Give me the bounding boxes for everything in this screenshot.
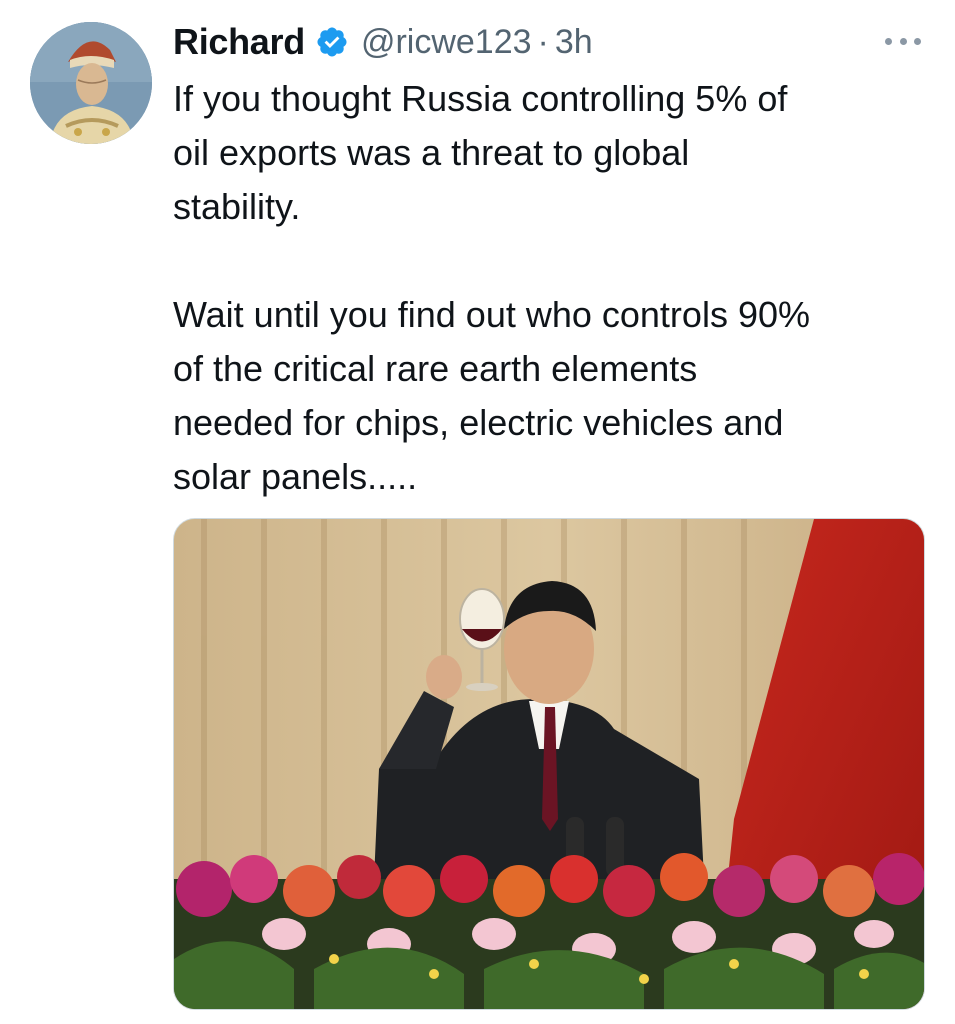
verified-badge-icon xyxy=(317,27,347,57)
tweet-header: Richard @ricwe123 · 3h xyxy=(173,18,593,66)
tweet-photo[interactable] xyxy=(173,518,925,1010)
tweet-line: needed for chips, electric vehicles and xyxy=(173,402,784,443)
tweet-line: If you thought Russia controlling 5% of xyxy=(173,78,788,119)
separator-dot: · xyxy=(537,22,549,61)
portrait-avatar-icon xyxy=(30,22,152,144)
photo-toast-scene xyxy=(174,519,924,1009)
tweet-line: oil exports was a threat to global xyxy=(173,132,690,173)
tweet-line: solar panels..... xyxy=(173,456,418,497)
handle[interactable]: @ricwe123 xyxy=(361,23,532,62)
tweet-line: Wait until you find out who controls 90% xyxy=(173,294,810,335)
more-options-icon[interactable] xyxy=(885,34,921,48)
more-dot xyxy=(914,37,921,45)
more-dot xyxy=(885,37,892,45)
tweet-line: of the critical rare earth elements xyxy=(173,348,698,389)
more-dot xyxy=(899,37,907,45)
avatar[interactable] xyxy=(30,22,152,144)
timestamp[interactable]: 3h xyxy=(555,23,593,62)
tweet[interactable]: Richard @ricwe123 · 3h If you thought Ru… xyxy=(0,0,955,1024)
display-name[interactable]: Richard xyxy=(173,21,305,63)
tweet-text: If you thought Russia controlling 5% of … xyxy=(173,72,933,504)
tweet-line: stability. xyxy=(173,186,301,227)
